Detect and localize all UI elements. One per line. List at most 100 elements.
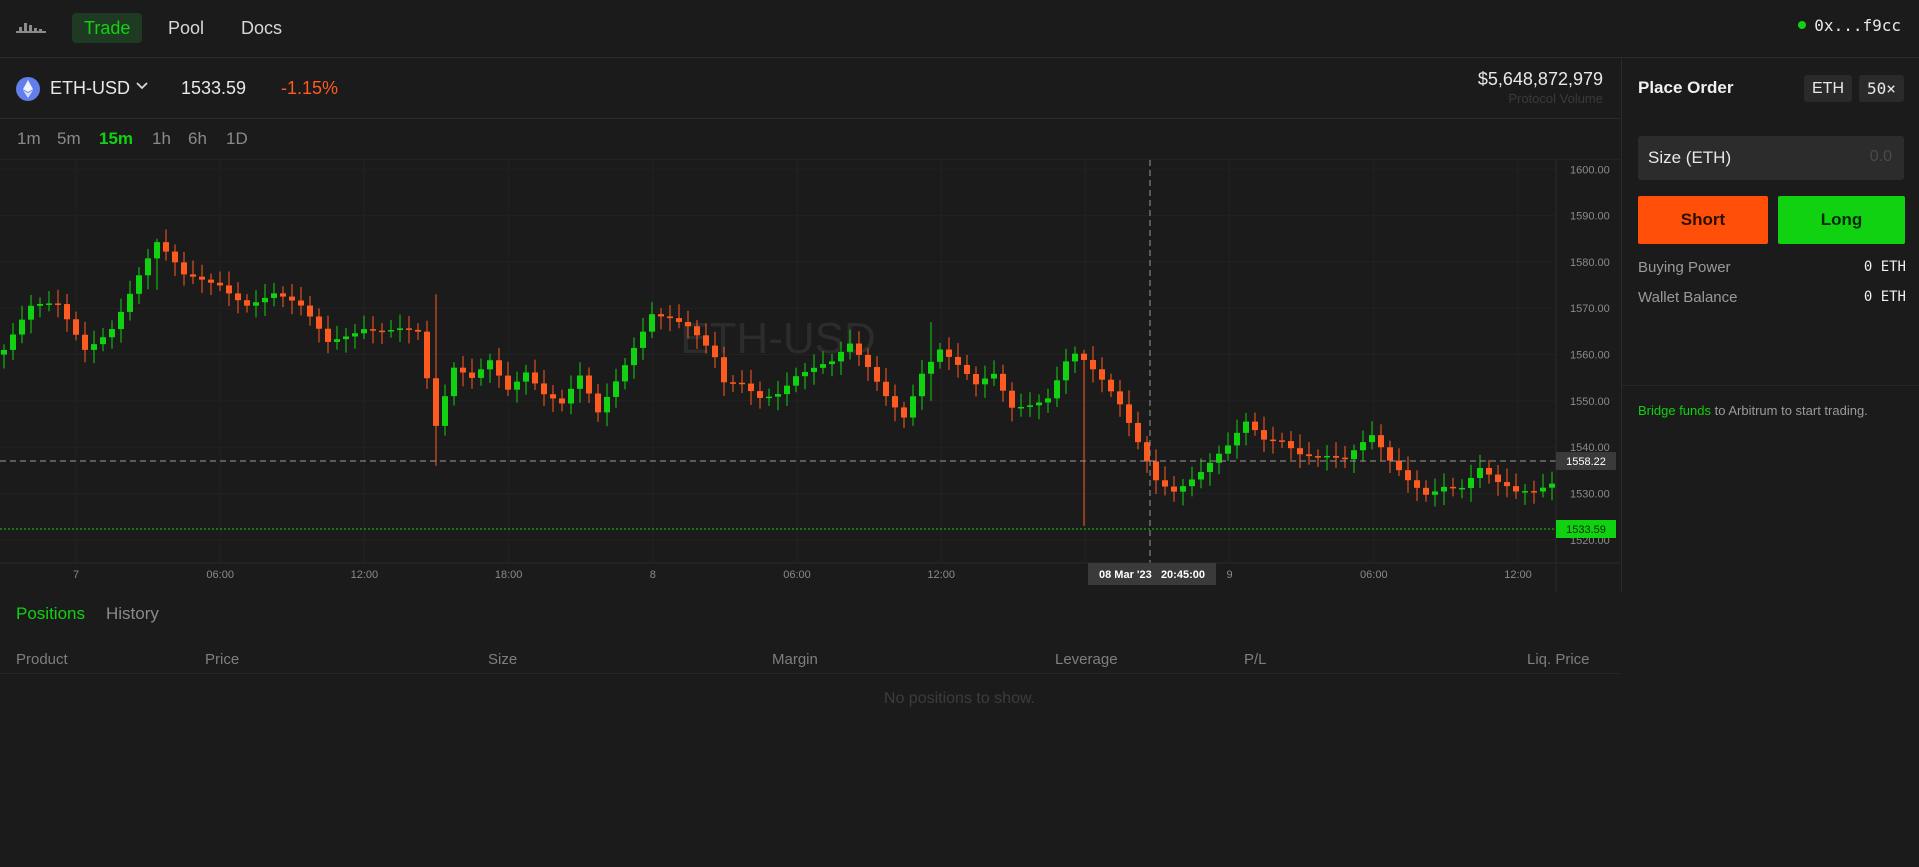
candle-body — [1513, 486, 1519, 492]
candle-body — [433, 378, 439, 426]
candle-body — [541, 383, 547, 395]
empty-positions-message: No positions to show. — [883, 690, 1036, 707]
wallet-balance-value: 0 ETH — [1863, 289, 1906, 305]
market-header: ETH-USD 1533.59 -1.15% $5,648,872,979 Pr… — [0, 58, 1620, 119]
chart-watermark: ETH-USD — [680, 314, 876, 363]
timeframe-1d[interactable]: 1D — [226, 129, 248, 149]
column-leverage: Leverage — [1055, 651, 1118, 668]
leverage-chip[interactable]: 50× — [1859, 75, 1904, 102]
candle-body — [1432, 491, 1438, 495]
candle-body — [811, 367, 817, 373]
x-tick-label: 06:00 — [783, 569, 811, 581]
y-tick-label: 1600.00 — [1570, 164, 1610, 176]
candle-body — [1171, 486, 1177, 492]
x-tick-label: 9 — [1227, 569, 1233, 581]
candle-body — [1405, 470, 1411, 481]
tab-positions[interactable]: Positions — [16, 604, 85, 624]
candle-body — [1549, 483, 1555, 488]
candle-body — [919, 373, 925, 397]
nav-trade[interactable]: Trade — [72, 13, 143, 43]
candle-body — [244, 300, 250, 306]
chevron-down-icon[interactable] — [135, 81, 149, 91]
candle-body — [1306, 454, 1312, 457]
candle-body — [559, 398, 565, 404]
candle-body — [1369, 435, 1375, 443]
volume-label: Protocol Volume — [1508, 91, 1603, 106]
crosshair-time-label: 08 Mar '23 20:45:00 — [1099, 569, 1205, 581]
positions-table-header: Product Price Size Margin Leverage P/L L… — [0, 644, 1620, 674]
timeframe-selector: 1m 5m 15m 1h 6h 1D — [0, 119, 1620, 160]
buying-power-label: Buying Power — [1638, 259, 1731, 276]
candle-body — [982, 378, 988, 385]
candle-body — [847, 343, 853, 352]
market-selector[interactable]: ETH-USD — [50, 78, 130, 99]
candle-body — [1378, 435, 1384, 448]
candle-body — [775, 394, 781, 397]
bridge-funds-link[interactable]: Bridge funds — [1638, 403, 1711, 418]
candle-body — [1288, 441, 1294, 449]
candle-body — [1450, 486, 1456, 489]
candle-body — [505, 375, 511, 390]
candle-body — [1297, 448, 1303, 455]
candle-body — [784, 385, 790, 395]
divider — [1622, 385, 1919, 386]
timeframe-15m[interactable]: 15m — [99, 129, 133, 149]
size-input[interactable]: Size (ETH) 0.0 — [1638, 136, 1904, 180]
x-tick-label: 8 — [650, 569, 656, 581]
candle-body — [1243, 421, 1249, 433]
app-logo-icon[interactable] — [16, 21, 46, 35]
candle-body — [253, 302, 259, 306]
column-price: Price — [205, 651, 240, 668]
candle-body — [208, 279, 214, 283]
candle-body — [874, 367, 880, 382]
candle-body — [145, 258, 151, 276]
x-tick-label: 12:00 — [1504, 569, 1532, 581]
timeframe-5m[interactable]: 5m — [57, 129, 81, 149]
wallet-button[interactable]: 0x...f9cc — [1798, 16, 1901, 35]
candle-body — [100, 337, 106, 345]
candle-body — [289, 296, 295, 301]
candlestick-chart[interactable]: ETH-USD 1600.00 1590.00 1580.00 1570.00 1560… — [0, 160, 1620, 592]
candle-body — [298, 300, 304, 306]
protocol-volume: $5,648,872,979 Protocol Volume — [1478, 69, 1603, 106]
x-tick-label: 12:00 — [927, 569, 955, 581]
asset-chip[interactable]: ETH — [1804, 75, 1852, 102]
x-tick-label: 06:00 — [206, 569, 234, 581]
candle-body — [1207, 462, 1213, 473]
column-size: Size — [488, 651, 518, 668]
long-button[interactable]: Long — [1778, 196, 1905, 244]
candle-body — [343, 336, 349, 340]
tab-history[interactable]: History — [106, 604, 159, 624]
candle-body — [865, 354, 871, 368]
candle-body — [829, 361, 835, 365]
candle-body — [1396, 460, 1402, 471]
y-tick-label: 1550.00 — [1570, 396, 1610, 408]
price-change: -1.15% — [281, 78, 339, 98]
candle-body — [748, 383, 754, 392]
candle-body — [1270, 439, 1276, 442]
timeframe-1m[interactable]: 1m — [17, 129, 41, 149]
buying-power-value: 0 ETH — [1863, 259, 1906, 275]
candle-body — [370, 329, 376, 331]
candle-body — [1108, 379, 1114, 392]
short-button[interactable]: Short — [1638, 196, 1768, 244]
timeframe-6h[interactable]: 6h — [188, 129, 207, 149]
candle-body — [1162, 480, 1168, 487]
candle-body — [1477, 467, 1483, 479]
price-chart[interactable]: ETH-USD 1600.00 1590.00 1580.00 1570.00 1560… — [0, 160, 1620, 592]
candle-body — [1459, 487, 1465, 490]
candle-body — [838, 351, 844, 362]
candle-body — [37, 303, 43, 306]
candle-body — [1, 349, 7, 355]
candle-body — [1153, 461, 1159, 481]
candle-body — [1018, 406, 1024, 409]
candle-body — [892, 396, 898, 408]
candle-body — [910, 396, 916, 418]
nav-docs[interactable]: Docs — [229, 13, 294, 43]
candle-body — [766, 396, 772, 399]
timeframe-1h[interactable]: 1h — [152, 129, 171, 149]
candle-body — [595, 393, 601, 413]
candle-body — [487, 360, 493, 370]
bridge-text: to Arbitrum to start trading. — [1711, 403, 1868, 418]
nav-pool[interactable]: Pool — [156, 13, 216, 43]
